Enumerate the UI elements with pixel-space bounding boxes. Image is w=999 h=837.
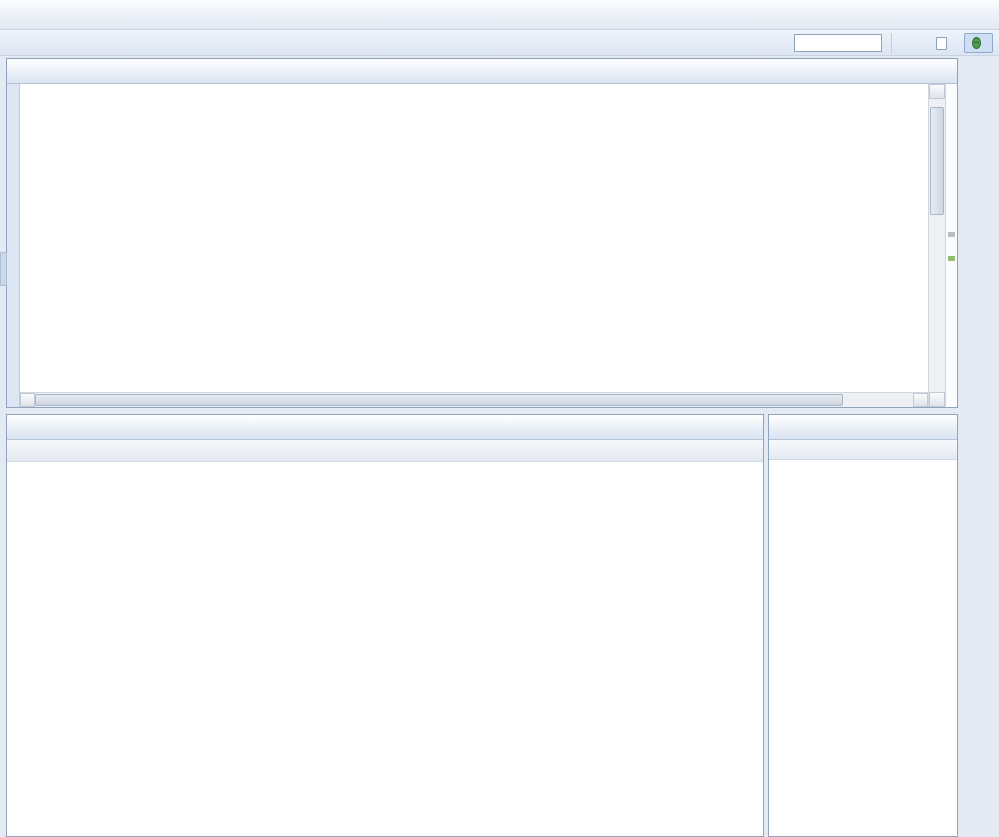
debug-toolbar bbox=[769, 440, 957, 460]
quick-access-input[interactable] bbox=[794, 34, 882, 52]
scroll-up-button[interactable] bbox=[929, 84, 945, 99]
eclipse-workbench bbox=[0, 0, 999, 837]
overview-ruler[interactable] bbox=[945, 84, 957, 407]
perspective-cpp-button[interactable] bbox=[928, 33, 959, 53]
console-toolbar bbox=[7, 440, 763, 462]
restore-left-view-button[interactable] bbox=[0, 252, 7, 286]
editor-tabbar bbox=[7, 59, 957, 84]
scroll-left-button[interactable] bbox=[20, 393, 35, 407]
vertical-scrollbar[interactable] bbox=[928, 84, 945, 407]
perspective-debug-button[interactable] bbox=[964, 33, 993, 53]
perspective-switcher bbox=[794, 30, 993, 56]
code-lines bbox=[20, 88, 928, 392]
editor-area bbox=[6, 58, 958, 408]
vscroll-track[interactable] bbox=[929, 99, 945, 392]
scroll-down-button[interactable] bbox=[929, 392, 945, 407]
main-toolbar bbox=[0, 0, 999, 30]
cpp-perspective-icon bbox=[936, 36, 947, 50]
perspective-bar bbox=[0, 30, 999, 56]
hscroll-track[interactable] bbox=[35, 393, 913, 407]
debug-launch-tree[interactable] bbox=[769, 460, 957, 836]
debug-view bbox=[768, 414, 958, 837]
console-tabbar bbox=[7, 415, 763, 440]
scroll-right-button[interactable] bbox=[913, 393, 928, 407]
toolbar-separator bbox=[891, 33, 892, 53]
console-view bbox=[6, 414, 764, 837]
overview-occurrence-mark[interactable] bbox=[948, 232, 955, 237]
overview-current-line-mark[interactable] bbox=[948, 256, 955, 261]
annotation-ruler[interactable] bbox=[7, 84, 20, 407]
minimized-views-rail-top bbox=[962, 58, 996, 408]
debug-tabbar bbox=[769, 415, 957, 440]
debug-perspective-icon bbox=[972, 37, 981, 49]
hscroll-thumb[interactable] bbox=[35, 394, 843, 406]
code-editor[interactable] bbox=[20, 84, 928, 407]
open-perspective-button[interactable] bbox=[901, 32, 923, 54]
console-output[interactable] bbox=[7, 462, 763, 836]
horizontal-scrollbar[interactable] bbox=[20, 392, 928, 407]
minimized-views-rail-bottom bbox=[962, 414, 996, 554]
vscroll-thumb[interactable] bbox=[930, 107, 944, 215]
editor-body bbox=[7, 84, 957, 407]
